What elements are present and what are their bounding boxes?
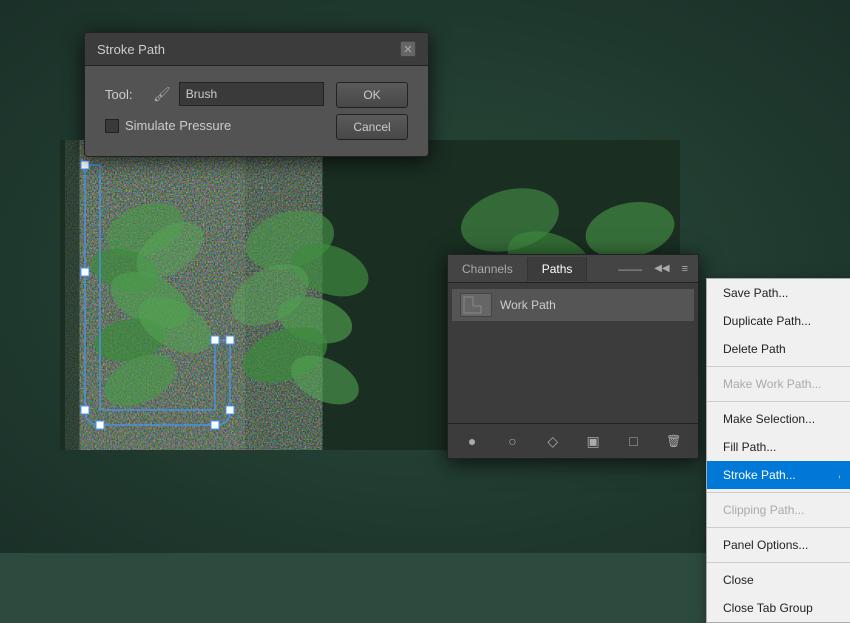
stroke-path-shortcut: , <box>838 468 841 480</box>
panel-footer: ● ○ ◇ ▣ □ 🗑 <box>448 423 698 458</box>
path-thumbnail <box>460 293 492 317</box>
menu-item-make-work-path: Make Work Path... <box>707 370 850 398</box>
menu-separator-4 <box>707 527 850 528</box>
menu-item-panel-options[interactable]: Panel Options... <box>707 531 850 559</box>
path-name: Work Path <box>500 298 556 312</box>
dialog-title: Stroke Path <box>97 42 165 57</box>
simulate-pressure-label: Simulate Pressure <box>125 118 231 133</box>
new-path-icon-button[interactable]: □ <box>622 430 644 452</box>
tool-row: Tool: 🖌 Brush Pencil Eraser <box>105 82 324 106</box>
ok-button[interactable]: OK <box>336 82 408 108</box>
delete-path-icon-button[interactable]: 🗑 <box>663 430 685 452</box>
simulate-pressure-row: Simulate Pressure <box>105 118 324 133</box>
mask-icon-button[interactable]: ▣ <box>582 430 604 452</box>
simulate-pressure-checkbox[interactable] <box>105 119 119 133</box>
tool-label: Tool: <box>105 87 145 102</box>
load-selection-icon-button[interactable]: ◇ <box>542 430 564 452</box>
tool-dropdown[interactable]: Brush Pencil Eraser <box>179 82 324 106</box>
context-menu: Save Path... Duplicate Path... Delete Pa… <box>706 278 850 623</box>
tab-paths[interactable]: Paths <box>528 257 588 281</box>
brush-icon: 🖌 <box>153 86 171 103</box>
menu-separator-1 <box>707 366 850 367</box>
panel-content: Work Path <box>448 283 698 423</box>
menu-item-close[interactable]: Close <box>707 566 850 594</box>
menu-item-save-path[interactable]: Save Path... <box>707 279 850 307</box>
panel-collapse-button[interactable]: ◀◀ <box>650 261 673 276</box>
dialog-titlebar: Stroke Path ✕ <box>85 33 428 66</box>
menu-item-delete-path[interactable]: Delete Path <box>707 335 850 363</box>
menu-separator-5 <box>707 562 850 563</box>
panel-header: Channels Paths —— ◀◀ ≡ <box>448 255 698 283</box>
panel-tab-actions: —— ◀◀ ≡ <box>618 261 698 277</box>
dialog-body: Tool: 🖌 Brush Pencil Eraser Simulate Pre… <box>85 66 428 156</box>
menu-item-clipping-path: Clipping Path... <box>707 496 850 524</box>
menu-item-duplicate-path[interactable]: Duplicate Path... <box>707 307 850 335</box>
menu-separator-3 <box>707 492 850 493</box>
menu-item-make-selection[interactable]: Make Selection... <box>707 405 850 433</box>
menu-item-fill-path[interactable]: Fill Path... <box>707 433 850 461</box>
dialog-close-button[interactable]: ✕ <box>400 41 416 57</box>
menu-separator-2 <box>707 401 850 402</box>
fill-path-icon-button[interactable]: ● <box>461 430 483 452</box>
panel-menu-button[interactable]: ≡ <box>678 261 692 277</box>
menu-item-close-tab-group[interactable]: Close Tab Group <box>707 594 850 622</box>
cancel-button[interactable]: Cancel <box>336 114 408 140</box>
stroke-path-icon-button[interactable]: ○ <box>501 430 523 452</box>
paths-panel: Channels Paths —— ◀◀ ≡ Work Path ● ○ ◇ ▣… <box>447 254 699 459</box>
stroke-path-dialog: Stroke Path ✕ Tool: 🖌 Brush Pencil Erase… <box>84 32 429 157</box>
work-path-item[interactable]: Work Path <box>452 289 694 321</box>
tab-channels[interactable]: Channels <box>448 257 528 281</box>
menu-item-stroke-path[interactable]: Stroke Path... , <box>707 461 850 489</box>
